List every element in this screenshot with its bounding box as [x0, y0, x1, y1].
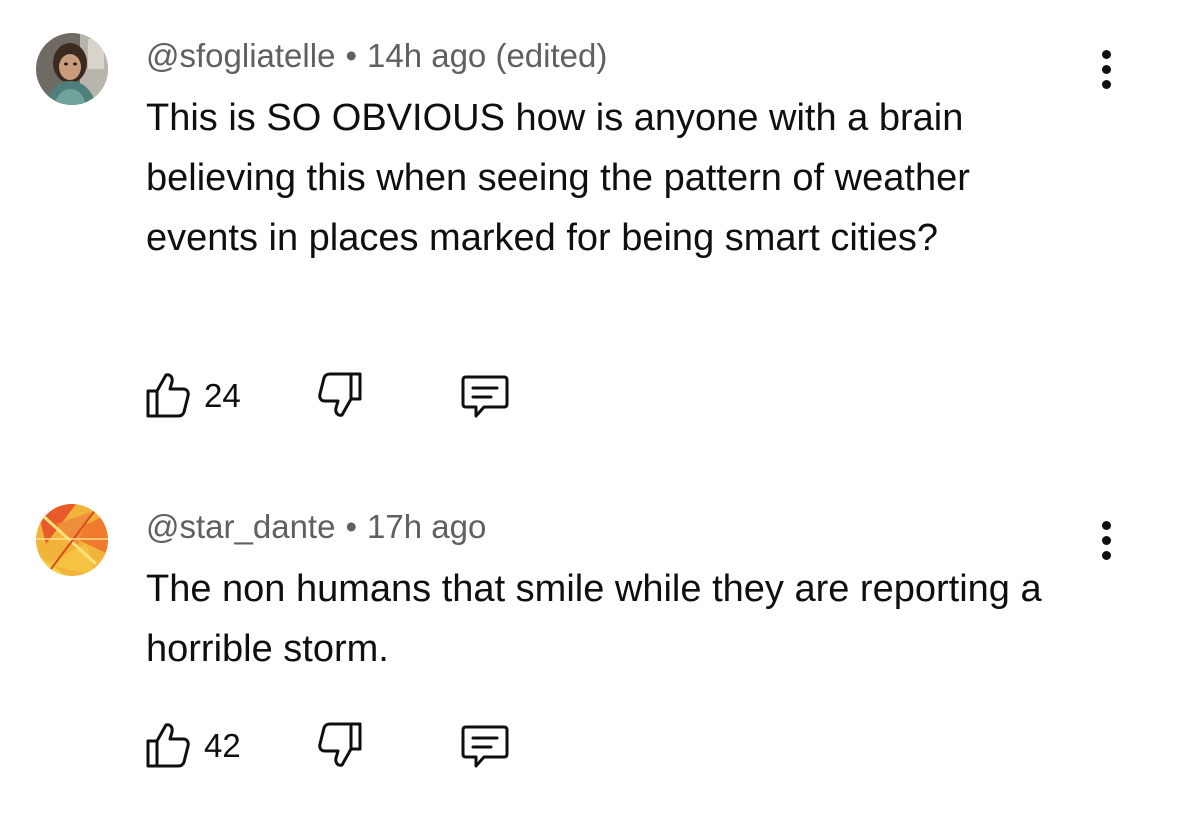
comment-timestamp: 17h ago [367, 508, 487, 545]
comment-text: This is SO OBVIOUS how is anyone with a … [146, 97, 970, 259]
avatar-portrait-image [36, 33, 108, 105]
reply-button[interactable] [458, 368, 512, 422]
thumbs-down-icon [318, 722, 362, 767]
like-count: 42 [204, 727, 241, 764]
meta-separator: • [345, 508, 358, 545]
avatar[interactable] [36, 504, 108, 576]
thumbs-up-icon [146, 723, 190, 768]
dislike-button[interactable] [312, 368, 366, 422]
comment-timestamp: 14h ago (edited) [367, 37, 608, 74]
like-button[interactable]: 42 [142, 718, 252, 772]
meta-separator: • [345, 37, 357, 74]
comment-meta: @star_dante • 17h ago [146, 507, 486, 547]
comment-text: The non humans that smile while they are… [146, 568, 1042, 670]
author-handle[interactable]: @sfogliatelle [146, 37, 335, 74]
avatar-abstract-image [36, 504, 108, 576]
dislike-button[interactable] [312, 718, 366, 772]
author-handle[interactable]: @star_dante [146, 508, 335, 545]
reply-comment-icon [461, 725, 509, 768]
like-count: 24 [204, 377, 241, 414]
thumbs-up-icon [146, 373, 190, 418]
more-vertical-icon[interactable] [1092, 50, 1120, 94]
reply-comment-icon [461, 375, 509, 418]
like-button[interactable]: 24 [142, 368, 252, 422]
more-vertical-icon[interactable] [1092, 521, 1120, 565]
thumbs-down-icon [318, 372, 362, 417]
reply-button[interactable] [458, 718, 512, 772]
avatar[interactable] [36, 33, 108, 105]
comment-meta: @sfogliatelle • 14h ago (edited) [146, 36, 607, 76]
